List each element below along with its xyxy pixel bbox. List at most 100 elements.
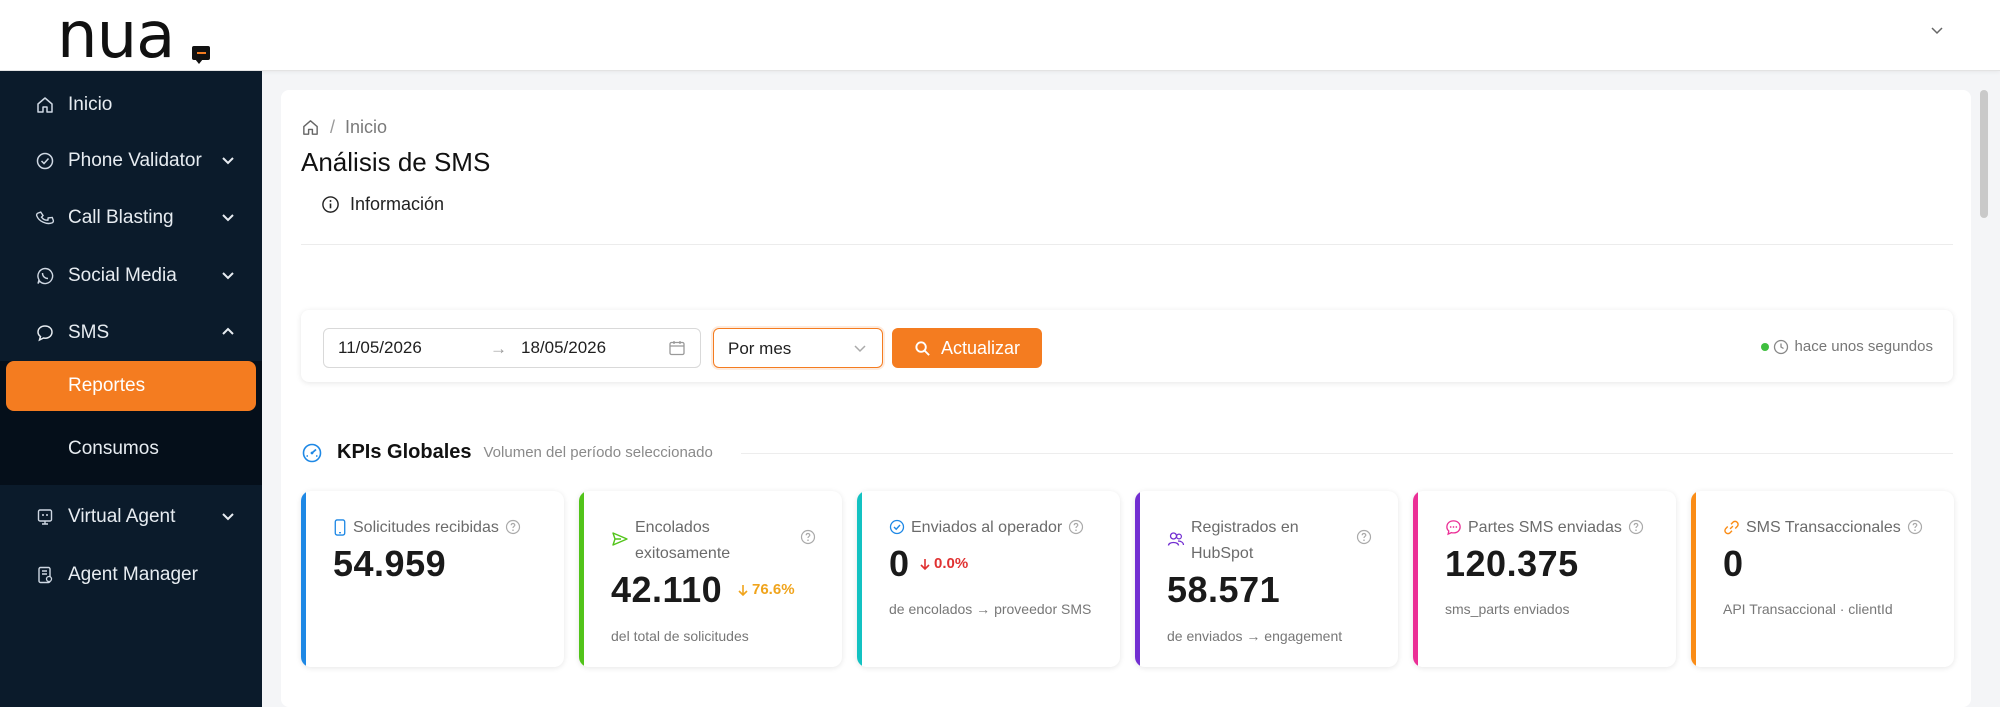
date-to-input[interactable]: 18/05/2026 xyxy=(521,338,606,358)
kpi-accent-bar xyxy=(1691,491,1696,667)
kpi-accent-bar xyxy=(1413,491,1418,667)
kpi-label-line2: exitosamente xyxy=(635,545,731,562)
link-icon xyxy=(1723,519,1740,536)
update-button-label: Actualizar xyxy=(940,337,1021,358)
chevron-down-icon[interactable] xyxy=(1927,20,1947,40)
kpi-value: 54.959 xyxy=(333,543,447,584)
check-circle-icon xyxy=(34,150,56,172)
monitor-icon xyxy=(34,506,56,528)
arrow-down-icon xyxy=(738,584,748,596)
sms-submenu: Reportes Consumos xyxy=(0,361,262,485)
check-circle-icon xyxy=(889,519,905,535)
kpi-label-line1: Registrados en xyxy=(1191,519,1299,536)
kpi-label-text: SMS Transaccionales xyxy=(1746,519,1901,536)
kpi-trend: 0.0% xyxy=(919,555,968,572)
kpi-trend-value: 76.6% xyxy=(752,581,795,598)
home-icon xyxy=(34,94,56,116)
kpi-value: 0 xyxy=(889,543,910,584)
sidebar-item-label: SMS xyxy=(68,322,110,343)
refresh-status: hace unos segundos xyxy=(1760,338,1933,355)
kpi-label: Encolados exitosamente xyxy=(611,515,730,567)
breadcrumb-separator: / xyxy=(330,117,336,137)
scrollbar-thumb[interactable] xyxy=(1980,90,1988,218)
help-icon[interactable] xyxy=(800,529,816,545)
kpi-note: sms_parts enviados xyxy=(1445,601,1570,617)
search-icon xyxy=(914,340,931,357)
kpi-label-line1: Encolados xyxy=(635,519,710,536)
kpi-note: del total de solicitudes xyxy=(611,628,749,644)
tab-informacion[interactable]: Información xyxy=(321,194,444,215)
sidebar-item-inicio[interactable]: Inicio xyxy=(0,79,262,131)
status-dot xyxy=(1760,342,1769,351)
divider xyxy=(741,453,1953,454)
kpi-section-title: KPIs Globales xyxy=(337,441,472,463)
chevron-down-icon xyxy=(220,209,236,225)
message-icon xyxy=(34,322,56,344)
arrow-down-icon xyxy=(920,558,930,570)
kpi-label: Solicitudes recibidas xyxy=(333,515,521,541)
kpi-value: 58.571 xyxy=(1167,569,1281,610)
app-logo[interactable]: nua xyxy=(57,4,175,68)
sidebar-item-virtual-agent[interactable]: Virtual Agent xyxy=(0,491,262,543)
main-content: / Inicio Análisis de SMS Información 11/… xyxy=(281,90,1971,707)
period-select[interactable]: Por mes xyxy=(713,328,883,368)
sidebar-item-label: Inicio xyxy=(68,94,113,115)
help-icon[interactable] xyxy=(1356,529,1372,545)
help-icon[interactable] xyxy=(1068,519,1084,535)
date-from-input[interactable]: 11/05/2026 xyxy=(338,338,422,358)
kpi-label: Registrados en HubSpot xyxy=(1167,515,1299,567)
submenu-item-consumos[interactable]: Consumos xyxy=(6,424,256,474)
sidebar-item-call-blasting[interactable]: Call Blasting xyxy=(0,192,262,244)
date-range-picker[interactable]: 11/05/2026 → 18/05/2026 xyxy=(323,328,701,368)
kpi-card-transaccionales: SMS Transaccionales 0 API Transaccional … xyxy=(1691,491,1954,667)
kpi-label: Partes SMS enviadas xyxy=(1445,515,1644,541)
breadcrumb: / Inicio xyxy=(301,117,387,138)
kpi-label-text: Enviados al operador xyxy=(911,519,1063,536)
kpi-label-line2: HubSpot xyxy=(1191,545,1254,562)
kpi-section-subtitle: Volumen del período seleccionado xyxy=(483,444,713,461)
kpi-card-hubspot: Registrados en HubSpot 58.571 de enviado… xyxy=(1135,491,1398,667)
chevron-down-icon xyxy=(220,508,236,524)
divider xyxy=(301,244,1953,245)
sidebar-item-label: Phone Validator xyxy=(68,150,202,171)
kpi-value: 0 xyxy=(1723,543,1744,584)
kpi-card-encolados: Encolados exitosamente 42.110 76.6% del … xyxy=(579,491,842,667)
help-icon[interactable] xyxy=(505,519,521,535)
kpi-note: de encolados → proveedor SMS xyxy=(889,601,1092,617)
home-icon[interactable] xyxy=(301,118,320,137)
chat-dots-icon xyxy=(1445,519,1462,536)
logo-bubble-icon xyxy=(192,46,210,64)
kpi-section-header: KPIs Globales Volumen del período selecc… xyxy=(301,441,713,464)
kpi-label: Enviados al operador xyxy=(889,515,1084,541)
page-title: Análisis de SMS xyxy=(301,147,491,177)
dashboard-icon xyxy=(301,442,323,464)
chevron-up-icon xyxy=(220,324,236,340)
kpi-card-enviados: Enviados al operador 0 0.0% de encolados… xyxy=(857,491,1120,667)
sidebar-item-sms[interactable]: SMS xyxy=(0,307,262,359)
sidebar: Inicio Phone Validator Call Blasting Soc… xyxy=(0,71,262,707)
sidebar-item-agent-manager[interactable]: Agent Manager xyxy=(0,549,262,601)
whatsapp-icon xyxy=(34,265,56,287)
help-icon[interactable] xyxy=(1628,519,1644,535)
kpi-accent-bar xyxy=(857,491,862,667)
breadcrumb-current[interactable]: Inicio xyxy=(345,117,387,138)
date-arrow: → xyxy=(490,339,507,358)
kpi-note: API Transaccional · clientId xyxy=(1723,601,1893,617)
tab-label: Información xyxy=(350,194,445,214)
kpi-trend-value: 0.0% xyxy=(934,555,969,572)
sidebar-item-label: Social Media xyxy=(68,265,177,286)
scrollbar[interactable] xyxy=(1978,90,1990,707)
mobile-icon xyxy=(333,519,347,536)
kpi-accent-bar xyxy=(1135,491,1140,667)
sidebar-item-social-media[interactable]: Social Media xyxy=(0,250,262,302)
submenu-item-reportes[interactable]: Reportes xyxy=(6,361,256,411)
help-icon[interactable] xyxy=(1907,519,1923,535)
sidebar-item-phone-validator[interactable]: Phone Validator xyxy=(0,135,262,187)
calendar-icon xyxy=(668,339,686,362)
top-bar: nua xyxy=(0,0,2000,71)
update-button[interactable]: Actualizar xyxy=(892,328,1042,368)
agent-icon xyxy=(34,564,56,586)
period-select-value: Por mes xyxy=(728,339,792,358)
kpi-trend: 76.6% xyxy=(737,581,795,598)
filter-bar: 11/05/2026 → 18/05/2026 Por mes Actualiz… xyxy=(301,310,1953,382)
